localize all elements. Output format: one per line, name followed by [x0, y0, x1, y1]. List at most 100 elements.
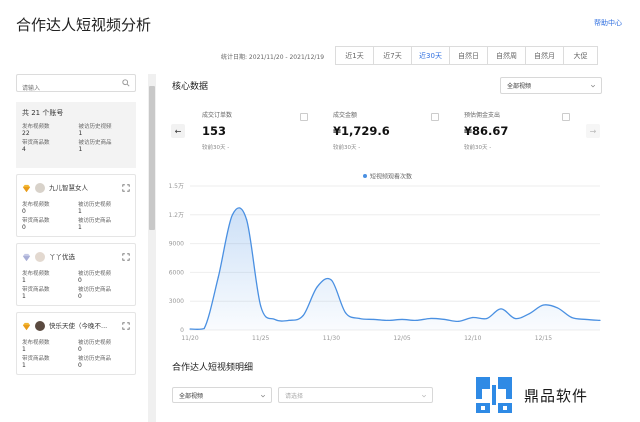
account-name: 快乐天使（今晚不... — [49, 322, 108, 330]
video-filter-select[interactable]: 全部视频 — [500, 77, 602, 94]
data-point — [387, 319, 389, 321]
data-point — [373, 318, 375, 321]
data-point — [401, 318, 403, 321]
range-natural-week-button[interactable]: 自然周 — [488, 47, 526, 64]
account-card[interactable]: 快乐天使（今晚不... 发布视频数 1 被访历史视频 0 带货商品数 1 被访历史商品… — [16, 312, 136, 375]
range-promotion-button[interactable]: 大促 — [564, 47, 597, 64]
stat-value: 1 — [22, 293, 26, 300]
stat-value: 1 — [78, 130, 83, 137]
stat-label: 带货商品数 — [22, 287, 50, 293]
y-tick-label: 1.2万 — [168, 212, 184, 219]
data-point — [288, 319, 290, 321]
data-point — [486, 317, 488, 320]
range-7day-button[interactable]: 近7天 — [374, 47, 412, 64]
data-point — [415, 319, 417, 321]
range-natural-month-button[interactable]: 自然月 — [526, 47, 564, 64]
range-natural-day-button[interactable]: 自然日 — [450, 47, 488, 64]
account-card[interactable]: 九儿智慧女人 发布视频数 0 被访历史视频 1 带货商品数 0 被访历史商品 1 — [16, 174, 136, 237]
account-card[interactable]: 丫丫优选 发布视频数 1 被访历史视频 0 带货商品数 1 被访历史商品 0 — [16, 243, 136, 306]
account-search-input[interactable] — [22, 80, 122, 97]
metric-commission-checkbox[interactable] — [562, 113, 570, 121]
watermark-text: 鼎品软件 — [524, 386, 589, 405]
detail-video-select[interactable]: 全部视频 — [172, 387, 272, 403]
data-point — [571, 316, 573, 319]
detail-video-value: 全部视频 — [179, 392, 204, 400]
data-point — [231, 214, 234, 216]
page-title: 合作达人短视频分析 — [16, 16, 152, 34]
stat-value: 0 — [78, 346, 82, 353]
core-data-title: 核心数据 — [172, 82, 209, 92]
sidebar-scrollbar[interactable] — [148, 74, 156, 422]
x-tick-label: 11/30 — [323, 335, 340, 342]
stat-value: 0 — [78, 362, 82, 369]
stat-value: 1 — [78, 224, 82, 231]
date-range-label: 统计日期: 2021/11/20 - 2021/12/19 — [221, 54, 325, 61]
data-point — [528, 313, 530, 315]
legend-label: 短视频观看次数 — [370, 173, 412, 181]
stat-value: 0 — [78, 293, 82, 300]
gold-diamond-icon — [22, 184, 31, 192]
y-tick-label: 0 — [180, 327, 184, 334]
data-point — [429, 317, 431, 320]
expand-icon[interactable] — [122, 253, 130, 261]
detail-filter-select[interactable]: 请选择 — [278, 387, 433, 403]
data-point — [316, 286, 318, 288]
stat-value: 1 — [78, 146, 83, 153]
next-metrics-button[interactable]: → — [586, 124, 600, 138]
silver-diamond-icon — [22, 253, 31, 261]
data-point — [514, 317, 516, 320]
views-line-chart: 0 3000 6000 9000 1.2万 1.5万 11/20 11/25 11/30 12/0… — [168, 173, 601, 342]
avatar — [35, 252, 45, 262]
range-1day-button[interactable]: 近1天 — [336, 47, 374, 64]
chevron-down-icon — [421, 394, 427, 398]
data-point — [472, 316, 474, 319]
avatar — [35, 183, 45, 193]
stat-label: 发布视频数 — [22, 202, 50, 208]
metric-compare: 较前30天 - — [333, 145, 361, 151]
stat-label: 发布视频数 — [22, 271, 50, 277]
help-center-link[interactable]: 帮助中心 — [594, 18, 622, 28]
stat-label: 被访历史视频 — [78, 340, 112, 346]
expand-icon[interactable] — [122, 322, 130, 330]
expand-icon[interactable] — [122, 184, 130, 192]
search-icon[interactable] — [122, 79, 130, 87]
chevron-down-icon — [590, 84, 596, 88]
scrollbar-thumb[interactable] — [149, 86, 155, 230]
metric-orders: 成交订单数 153 较前30天 - — [202, 110, 232, 151]
metric-value: ¥1,729.6 — [333, 124, 390, 138]
metric-label: 成交订单数 — [202, 112, 233, 119]
stat-value: 22 — [22, 130, 30, 137]
stat-value: 4 — [22, 146, 26, 153]
data-point — [359, 317, 361, 320]
x-tick-label: 12/10 — [464, 335, 481, 342]
stat-value: 0 — [22, 208, 26, 215]
x-tick-label: 12/05 — [393, 335, 410, 342]
stat-value: 1 — [22, 277, 26, 284]
account-name: 九儿智慧女人 — [49, 184, 88, 192]
data-point — [443, 318, 446, 321]
stat-value: 1 — [78, 208, 82, 215]
accounts-count: 共 21 个账号 — [22, 109, 64, 117]
x-tick-label: 12/15 — [535, 335, 552, 342]
prev-metrics-button[interactable]: ← — [171, 124, 185, 138]
stat-label: 被访历史商品 — [78, 140, 112, 146]
data-point — [500, 308, 502, 310]
data-point — [344, 312, 347, 314]
metric-amount: 成交金额 ¥1,729.6 较前30天 - — [333, 110, 390, 151]
x-tick-label: 11/20 — [181, 335, 198, 342]
x-tick-label: 11/25 — [252, 335, 269, 342]
dingpin-logo-icon — [474, 375, 514, 415]
data-point — [203, 327, 205, 330]
watermark: 鼎品软件 — [472, 373, 588, 417]
stat-label: 被访历史视频 — [78, 202, 112, 208]
stat-value: 0 — [78, 277, 82, 284]
video-filter-value: 全部视频 — [507, 83, 532, 90]
stat-label: 带货商品数 — [22, 356, 50, 362]
metric-amount-checkbox[interactable] — [431, 113, 439, 121]
stat-label: 发布视频数 — [22, 340, 50, 346]
stat-label: 被访历史商品 — [78, 218, 112, 224]
chevron-down-icon — [260, 394, 266, 398]
metric-orders-checkbox[interactable] — [300, 113, 308, 121]
data-point — [585, 318, 587, 321]
range-30day-button[interactable]: 近30天 — [412, 47, 450, 64]
